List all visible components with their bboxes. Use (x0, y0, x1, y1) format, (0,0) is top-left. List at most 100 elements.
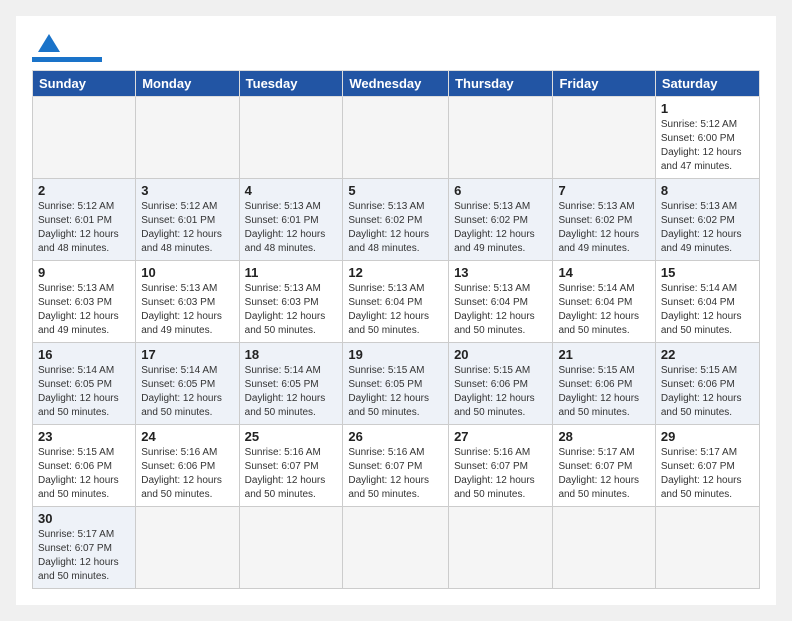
day-info: Sunrise: 5:13 AM Sunset: 6:03 PM Dayligh… (141, 282, 233, 338)
day-number: 15 (661, 265, 754, 280)
calendar-cell (239, 97, 343, 179)
day-number: 14 (558, 265, 649, 280)
day-info: Sunrise: 5:14 AM Sunset: 6:05 PM Dayligh… (38, 364, 130, 420)
calendar-week-row: 30 Sunrise: 5:17 AM Sunset: 6:07 PM Dayli… (33, 507, 760, 589)
weekday-header: Sunday (33, 71, 136, 97)
day-info: Sunrise: 5:16 AM Sunset: 6:07 PM Dayligh… (454, 446, 547, 502)
calendar-week-row: 23Sunrise: 5:15 AM Sunset: 6:06 PM Dayli… (33, 425, 760, 507)
day-info: Sunrise: 5:17 AM Sunset: 6:07 PM Dayligh… (558, 446, 649, 502)
day-info: Sunrise: 5:12 AM Sunset: 6:00 PM Dayligh… (661, 118, 754, 174)
day-info: Sunrise: 5:13 AM Sunset: 6:04 PM Dayligh… (348, 282, 443, 338)
calendar-cell (655, 507, 759, 589)
day-number: 3 (141, 183, 233, 198)
calendar-cell: 20 Sunrise: 5:15 AM Sunset: 6:06 PM Dayli… (449, 343, 553, 425)
calendar-cell: 2 Sunrise: 5:12 AM Sunset: 6:01 PM Daylig… (33, 179, 136, 261)
calendar-cell: 7Sunrise: 5:13 AM Sunset: 6:02 PM Daylig… (553, 179, 655, 261)
day-number: 29 (661, 429, 754, 444)
day-number: 17 (141, 347, 233, 362)
calendar-page: SundayMondayTuesdayWednesdayThursdayFrid… (16, 16, 776, 605)
calendar-cell (343, 507, 449, 589)
day-number: 18 (245, 347, 338, 362)
day-number: 26 (348, 429, 443, 444)
day-number: 28 (558, 429, 649, 444)
day-number: 21 (558, 347, 649, 362)
day-info: Sunrise: 5:12 AM Sunset: 6:01 PM Dayligh… (38, 200, 130, 256)
day-info: Sunrise: 5:13 AM Sunset: 6:03 PM Dayligh… (38, 282, 130, 338)
day-info: Sunrise: 5:13 AM Sunset: 6:02 PM Dayligh… (661, 200, 754, 256)
day-info: Sunrise: 5:15 AM Sunset: 6:06 PM Dayligh… (661, 364, 754, 420)
day-number: 27 (454, 429, 547, 444)
calendar-cell: 15 Sunrise: 5:14 AM Sunset: 6:04 PM Dayli… (655, 261, 759, 343)
calendar-cell: 21 Sunrise: 5:15 AM Sunset: 6:06 PM Dayli… (553, 343, 655, 425)
calendar-cell (553, 507, 655, 589)
day-info: Sunrise: 5:15 AM Sunset: 6:06 PM Dayligh… (454, 364, 547, 420)
calendar-cell: 12 Sunrise: 5:13 AM Sunset: 6:04 PM Dayli… (343, 261, 449, 343)
day-number: 19 (348, 347, 443, 362)
day-info: Sunrise: 5:15 AM Sunset: 6:05 PM Dayligh… (348, 364, 443, 420)
calendar-cell: 5Sunrise: 5:13 AM Sunset: 6:02 PM Daylig… (343, 179, 449, 261)
calendar-cell (136, 507, 239, 589)
logo-bar (32, 57, 102, 62)
calendar-cell (239, 507, 343, 589)
calendar-cell: 3 Sunrise: 5:12 AM Sunset: 6:01 PM Daylig… (136, 179, 239, 261)
calendar-cell: 14 Sunrise: 5:14 AM Sunset: 6:04 PM Dayli… (553, 261, 655, 343)
day-info: Sunrise: 5:13 AM Sunset: 6:02 PM Dayligh… (454, 200, 547, 256)
day-number: 20 (454, 347, 547, 362)
header-row: SundayMondayTuesdayWednesdayThursdayFrid… (33, 71, 760, 97)
day-info: Sunrise: 5:12 AM Sunset: 6:01 PM Dayligh… (141, 200, 233, 256)
calendar-cell: 26Sunrise: 5:16 AM Sunset: 6:07 PM Dayli… (343, 425, 449, 507)
calendar-week-row: 1 Sunrise: 5:12 AM Sunset: 6:00 PM Daylig… (33, 97, 760, 179)
calendar-cell (553, 97, 655, 179)
calendar-cell: 4 Sunrise: 5:13 AM Sunset: 6:01 PM Daylig… (239, 179, 343, 261)
day-number: 12 (348, 265, 443, 280)
calendar-cell: 9 Sunrise: 5:13 AM Sunset: 6:03 PM Daylig… (33, 261, 136, 343)
day-number: 10 (141, 265, 233, 280)
day-number: 11 (245, 265, 338, 280)
day-number: 2 (38, 183, 130, 198)
day-number: 1 (661, 101, 754, 116)
day-number: 9 (38, 265, 130, 280)
calendar-cell: 22 Sunrise: 5:15 AM Sunset: 6:06 PM Dayli… (655, 343, 759, 425)
day-info: Sunrise: 5:17 AM Sunset: 6:07 PM Dayligh… (38, 528, 130, 584)
day-number: 23 (38, 429, 130, 444)
day-info: Sunrise: 5:13 AM Sunset: 6:02 PM Dayligh… (348, 200, 443, 256)
weekday-header: Monday (136, 71, 239, 97)
logo-icon (38, 32, 60, 54)
day-number: 16 (38, 347, 130, 362)
calendar-week-row: 2 Sunrise: 5:12 AM Sunset: 6:01 PM Daylig… (33, 179, 760, 261)
day-number: 4 (245, 183, 338, 198)
day-info: Sunrise: 5:14 AM Sunset: 6:05 PM Dayligh… (245, 364, 338, 420)
calendar-cell: 8Sunrise: 5:13 AM Sunset: 6:02 PM Daylig… (655, 179, 759, 261)
calendar-cell (343, 97, 449, 179)
day-number: 22 (661, 347, 754, 362)
weekday-header: Saturday (655, 71, 759, 97)
day-info: Sunrise: 5:15 AM Sunset: 6:06 PM Dayligh… (558, 364, 649, 420)
day-number: 24 (141, 429, 233, 444)
calendar-cell: 28 Sunrise: 5:17 AM Sunset: 6:07 PM Dayli… (553, 425, 655, 507)
day-number: 13 (454, 265, 547, 280)
calendar-cell (33, 97, 136, 179)
day-info: Sunrise: 5:13 AM Sunset: 6:03 PM Dayligh… (245, 282, 338, 338)
calendar-cell: 29Sunrise: 5:17 AM Sunset: 6:07 PM Dayli… (655, 425, 759, 507)
header-area (32, 32, 760, 62)
calendar-cell (136, 97, 239, 179)
calendar-cell: 6 Sunrise: 5:13 AM Sunset: 6:02 PM Daylig… (449, 179, 553, 261)
logo (32, 32, 102, 62)
weekday-header: Tuesday (239, 71, 343, 97)
calendar-cell: 18 Sunrise: 5:14 AM Sunset: 6:05 PM Dayli… (239, 343, 343, 425)
day-info: Sunrise: 5:14 AM Sunset: 6:04 PM Dayligh… (661, 282, 754, 338)
day-info: Sunrise: 5:13 AM Sunset: 6:04 PM Dayligh… (454, 282, 547, 338)
day-info: Sunrise: 5:14 AM Sunset: 6:04 PM Dayligh… (558, 282, 649, 338)
calendar-cell (449, 507, 553, 589)
day-number: 6 (454, 183, 547, 198)
calendar-cell: 11 Sunrise: 5:13 AM Sunset: 6:03 PM Dayli… (239, 261, 343, 343)
day-info: Sunrise: 5:16 AM Sunset: 6:07 PM Dayligh… (245, 446, 338, 502)
day-number: 30 (38, 511, 130, 526)
day-info: Sunrise: 5:13 AM Sunset: 6:01 PM Dayligh… (245, 200, 338, 256)
day-number: 7 (558, 183, 649, 198)
calendar-cell: 24 Sunrise: 5:16 AM Sunset: 6:06 PM Dayli… (136, 425, 239, 507)
calendar-cell: 27 Sunrise: 5:16 AM Sunset: 6:07 PM Dayli… (449, 425, 553, 507)
day-info: Sunrise: 5:16 AM Sunset: 6:06 PM Dayligh… (141, 446, 233, 502)
day-info: Sunrise: 5:14 AM Sunset: 6:05 PM Dayligh… (141, 364, 233, 420)
weekday-header: Wednesday (343, 71, 449, 97)
